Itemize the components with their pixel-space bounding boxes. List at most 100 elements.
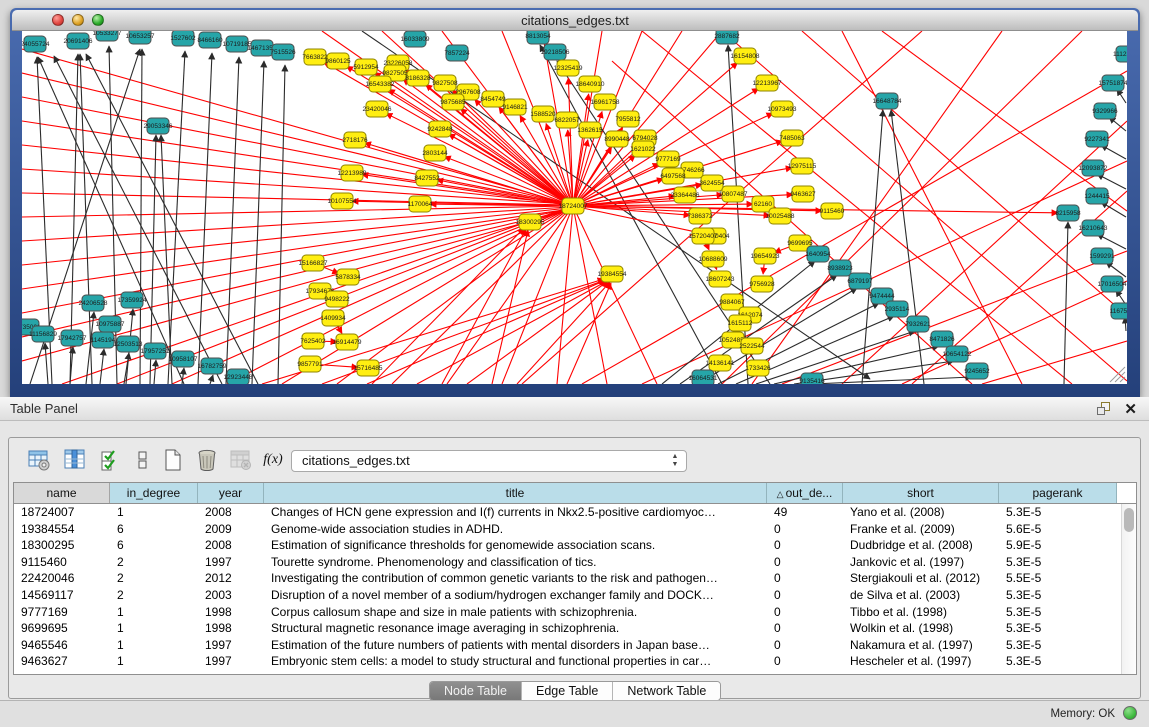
memory-status-icon[interactable] xyxy=(1123,706,1137,720)
graph-node[interactable]: 10653257 xyxy=(126,31,155,44)
graph-node[interactable]: 12503513 xyxy=(114,336,143,352)
graph-node[interactable]: 9827508 xyxy=(432,75,458,91)
graph-node[interactable]: 1362615 xyxy=(577,122,603,138)
column-header-out_de[interactable]: △out_de... xyxy=(767,483,843,503)
select-columns-icon[interactable] xyxy=(97,446,125,474)
graph-node[interactable]: 15166827 xyxy=(299,255,328,271)
graph-node[interactable]: 12213967 xyxy=(753,75,782,91)
graph-node[interactable]: 9875685 xyxy=(440,94,466,110)
graph-node[interactable]: 17016504 xyxy=(1098,276,1127,292)
graph-node[interactable]: 2887682 xyxy=(714,31,740,44)
network-view-canvas[interactable]: 2405572420691406105332771065325715276028… xyxy=(22,31,1127,384)
graph-node[interactable]: 15716485 xyxy=(354,360,383,376)
scrollbar-thumb[interactable] xyxy=(1124,508,1134,532)
graph-node[interactable]: 15720407 xyxy=(689,228,718,244)
graph-node[interactable]: 1244415 xyxy=(1084,188,1110,204)
column-header-in_degree[interactable]: in_degree xyxy=(110,483,198,503)
graph-node[interactable]: 9245652 xyxy=(964,363,990,379)
combobox-stepper-icon[interactable]: ▲▼ xyxy=(668,453,682,469)
graph-node[interactable]: 15751874 xyxy=(1099,75,1127,91)
graph-node[interactable]: 16210643 xyxy=(1079,220,1108,236)
graph-node[interactable]: 7932621 xyxy=(905,316,931,332)
table-row[interactable]: 1938455462009Genome-wide association stu… xyxy=(14,521,1121,538)
graph-node[interactable]: 1640954 xyxy=(805,246,831,262)
column-header-year[interactable]: year xyxy=(198,483,264,503)
graph-node[interactable]: 12093872 xyxy=(1079,160,1108,176)
graph-node[interactable]: 8938923 xyxy=(827,260,853,276)
graph-node[interactable]: 9860125 xyxy=(325,53,351,69)
graph-node[interactable]: 12923448 xyxy=(224,369,253,384)
column-header-title[interactable]: title xyxy=(264,483,767,503)
graph-node[interactable]: 6497568 xyxy=(660,168,686,184)
graph-node[interactable]: 17957251 xyxy=(141,343,170,359)
graph-node[interactable]: 2935114 xyxy=(885,301,910,317)
graph-node[interactable]: 17359924 xyxy=(118,292,147,308)
graph-node[interactable]: 16154808 xyxy=(731,48,760,64)
graph-node[interactable]: 8427552 xyxy=(414,170,440,186)
row-mode-icon[interactable] xyxy=(129,446,157,474)
graph-node[interactable]: 1145194 xyxy=(91,332,116,348)
graph-node[interactable]: 18724007 xyxy=(559,198,588,214)
graph-node[interactable]: 7485063 xyxy=(779,130,805,146)
graph-node[interactable]: 12325419 xyxy=(554,60,583,76)
graph-node[interactable]: 16648784 xyxy=(873,93,902,109)
graph-node[interactable]: 1527602 xyxy=(170,31,196,46)
graph-node[interactable]: 9242848 xyxy=(427,121,453,137)
graph-node[interactable]: 9498222 xyxy=(324,291,350,307)
table-selector-combobox[interactable]: citations_edges.txt ▲▼ xyxy=(291,450,687,472)
graph-node[interactable]: 3624554 xyxy=(699,175,725,191)
graph-node[interactable]: 1409934 xyxy=(320,310,346,326)
table-row[interactable]: 977716911998Corpus callosum shape and si… xyxy=(14,604,1121,621)
graph-node[interactable]: 1588520 xyxy=(530,106,556,122)
column-header-short[interactable]: short xyxy=(843,483,999,503)
graph-node[interactable]: 1615112 xyxy=(728,315,753,331)
graph-node[interactable]: 23364486 xyxy=(671,187,700,203)
graph-node[interactable]: 8466160 xyxy=(197,32,223,48)
graph-node[interactable]: 7955812 xyxy=(615,111,641,127)
table-row[interactable]: 1872400712008Changes of HCN gene express… xyxy=(14,504,1121,521)
table-row[interactable]: 1456911722003Disruption of a novel membe… xyxy=(14,587,1121,604)
graph-node[interactable]: 7663822 xyxy=(302,49,328,65)
graph-node[interactable]: 19218506 xyxy=(541,44,570,60)
graph-node[interactable]: 12975115 xyxy=(788,158,817,174)
graph-node[interactable]: 24055724 xyxy=(22,36,50,52)
graph-node[interactable]: 17942757 xyxy=(58,330,87,346)
graph-node[interactable]: 10688609 xyxy=(699,251,728,267)
graph-node[interactable]: 9857791 xyxy=(297,356,323,372)
tab-network-table[interactable]: Network Table xyxy=(613,682,720,700)
column-header-pagerank[interactable]: pagerank xyxy=(999,483,1117,503)
graph-node[interactable]: 10807487 xyxy=(719,186,748,202)
graph-node[interactable]: 16914479 xyxy=(333,334,362,350)
table-vertical-scrollbar[interactable] xyxy=(1121,504,1136,674)
graph-node[interactable]: 8215958 xyxy=(1055,205,1081,221)
graph-node[interactable]: 2718176 xyxy=(342,132,368,148)
graph-node[interactable]: 24206528 xyxy=(79,295,108,311)
graph-node[interactable]: 8186328 xyxy=(405,70,431,86)
graph-node[interactable]: 8471826 xyxy=(929,331,955,347)
graph-node[interactable]: 5912954 xyxy=(353,59,379,75)
graph-node[interactable]: 10107554 xyxy=(328,193,357,209)
graph-node[interactable]: 18640910 xyxy=(576,76,605,92)
graph-node[interactable]: 9135416 xyxy=(799,373,825,384)
function-builder-icon[interactable]: f(x) xyxy=(259,446,287,474)
graph-node[interactable]: 10025488 xyxy=(766,208,795,224)
close-panel-icon[interactable]: ✕ xyxy=(1124,400,1137,418)
graph-node[interactable]: 10654122 xyxy=(943,346,972,362)
graph-node[interactable]: 11123044 xyxy=(1113,46,1127,62)
graph-node[interactable]: 10533277 xyxy=(93,31,122,41)
graph-node[interactable]: 9329966 xyxy=(1092,103,1118,119)
graph-node[interactable]: 10975887 xyxy=(96,316,125,332)
graph-node[interactable]: 29053346 xyxy=(144,118,173,134)
new-file-icon[interactable] xyxy=(159,446,187,474)
graph-node[interactable]: 8990448 xyxy=(604,131,630,147)
table-settings-icon[interactable] xyxy=(25,446,53,474)
graph-node[interactable]: 23420046 xyxy=(363,101,392,117)
graph-node[interactable]: 1167533 xyxy=(1110,303,1127,319)
graph-node[interactable]: 8813054 xyxy=(525,31,551,44)
table-row[interactable]: 911546021997Tourette syndrome. Phenomeno… xyxy=(14,554,1121,571)
graph-node[interactable]: 19654923 xyxy=(751,248,780,264)
graph-node[interactable]: 1621022 xyxy=(630,141,656,157)
graph-node[interactable]: 9146821 xyxy=(502,99,528,115)
graph-node[interactable]: 7515526 xyxy=(270,44,296,60)
column-header-name[interactable]: name xyxy=(14,483,110,503)
